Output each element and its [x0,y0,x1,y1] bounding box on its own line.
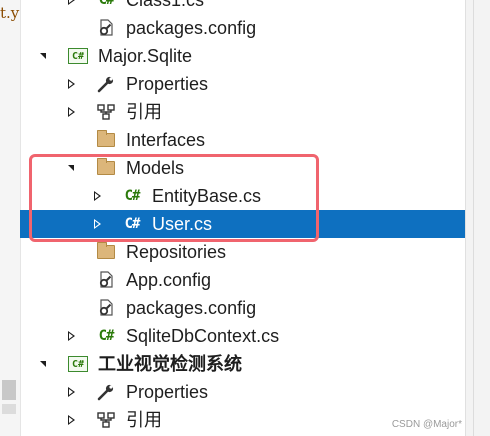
tree-item-project-industrial-vision[interactable]: C# 工业视觉检测系统 [20,350,466,378]
csharp-project-icon: C# [68,354,88,374]
wrench-icon [96,382,116,402]
tree-item-properties-2[interactable]: Properties [20,378,466,406]
config-file-icon [96,270,116,290]
csharp-file-icon: C# [98,328,115,344]
tree-vertical-scrollbar[interactable] [465,0,490,436]
tree-item-label: 引用 [126,410,162,430]
tree-item-sqlitedbcontext-cs[interactable]: C# SqliteDbContext.cs [20,322,466,350]
tree-item-label: SqliteDbContext.cs [126,326,280,346]
tree-item-label: App.config [126,270,212,290]
csharp-project-icon: C# [68,46,88,66]
collapsed-arrow-icon[interactable] [64,0,78,14]
tree-item-packages-config-2[interactable]: packages.config [20,294,466,322]
solution-explorer-tree: C# Class1.cs packages.config C# Major.Sqlite… [20,0,466,436]
collapsed-arrow-icon[interactable] [64,406,78,434]
tree-item-project-major-sqlite[interactable]: C# Major.Sqlite [20,42,466,70]
tree-item-label: Class1.cs [126,0,205,10]
tree-item-entitybase-cs[interactable]: C# EntityBase.cs [20,182,466,210]
tree-item-label: 引用 [126,102,162,122]
tree-item-label: packages.config [126,18,257,38]
collapsed-arrow-icon[interactable] [64,98,78,126]
expanded-arrow-icon[interactable] [36,42,50,70]
tree-item-class1-cs[interactable]: C# Class1.cs [20,0,466,14]
tree-item-folder-models[interactable]: Models [20,154,466,182]
references-icon [96,410,116,430]
folder-icon [96,242,116,262]
collapsed-arrow-icon[interactable] [64,322,78,350]
editor-scrollbar-thumb[interactable] [2,380,16,400]
collapsed-arrow-icon[interactable] [90,210,104,238]
tree-item-label: User.cs [152,214,213,234]
tree-item-label: packages.config [126,298,257,318]
folder-icon [96,158,116,178]
tree-item-label: Interfaces [126,130,206,150]
tree-item-label: Properties [126,382,209,402]
editor-edge-strip: t.y [0,0,21,436]
tree-item-label: Properties [126,74,209,94]
scrollbar-track [473,0,474,436]
watermark: CSDN @Major* [391,419,462,430]
tree-item-label: Models [126,158,185,178]
tree-item-app-config[interactable]: App.config [20,266,466,294]
expanded-arrow-icon[interactable] [64,154,78,182]
editor-text-fragment: t.y [0,4,20,22]
tree-item-folder-repositories[interactable]: Repositories [20,238,466,266]
tree-item-folder-interfaces[interactable]: Interfaces [20,126,466,154]
wrench-icon [96,74,116,94]
references-icon [96,102,116,122]
csharp-file-icon: C# [124,216,141,232]
csharp-file-icon: C# [98,0,115,8]
tree-item-label: Major.Sqlite [98,46,193,66]
tree-item-references-1[interactable]: 引用 [20,98,466,126]
tree-item-label: 工业视觉检测系统 [98,354,242,374]
collapsed-arrow-icon[interactable] [90,182,104,210]
config-file-icon [96,18,116,38]
collapsed-arrow-icon[interactable] [64,70,78,98]
folder-icon [96,130,116,150]
config-file-icon [96,298,116,318]
tree-item-properties-1[interactable]: Properties [20,70,466,98]
expanded-arrow-icon[interactable] [36,350,50,378]
tree-item-label: Repositories [126,242,227,262]
collapsed-arrow-icon[interactable] [64,378,78,406]
editor-scrollbar-arrow[interactable] [2,404,16,414]
csharp-file-icon: C# [124,188,141,204]
tree-item-packages-config-1[interactable]: packages.config [20,14,466,42]
tree-item-user-cs[interactable]: C# User.cs [20,210,466,238]
tree-item-label: EntityBase.cs [152,186,262,206]
